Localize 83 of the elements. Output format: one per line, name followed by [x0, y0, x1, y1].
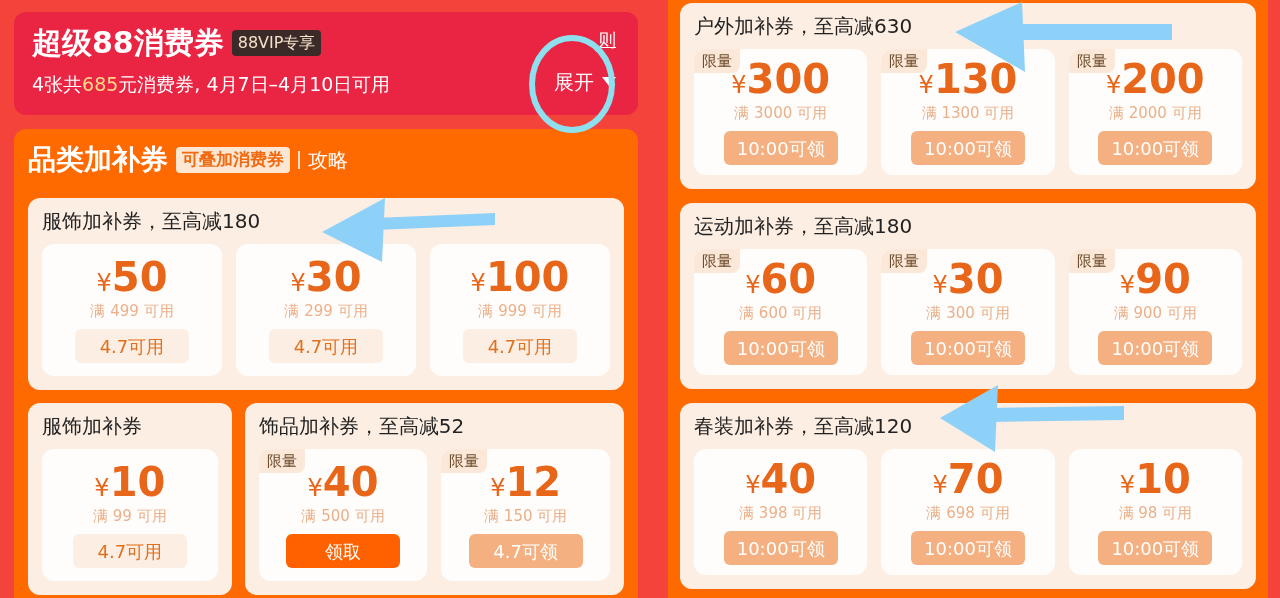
section-title: 服饰加补券	[42, 413, 142, 439]
coupon-action-button[interactable]: 10:00可领	[1098, 531, 1213, 565]
coupon-amount: 90	[1135, 259, 1191, 299]
coupon-condition: 满 3000 可用	[734, 103, 827, 123]
limited-tag: 限量	[881, 249, 928, 273]
coupon-condition: 满 999 可用	[478, 301, 562, 321]
currency-symbol: ¥	[96, 271, 112, 295]
caret-down-icon	[602, 77, 616, 87]
currency-symbol: ¥	[1105, 73, 1122, 97]
currency-symbol: ¥	[1119, 473, 1136, 497]
coupon-condition: 满 499 可用	[90, 301, 174, 321]
limited-tag: 限量	[1068, 249, 1115, 273]
currency-symbol: ¥	[932, 273, 948, 297]
limited-tag: 限量	[694, 249, 740, 273]
coupon-action-button[interactable]: 10:00可领	[723, 531, 838, 565]
coupon-action-button[interactable]: 领取	[286, 534, 400, 568]
currency-symbol: ¥	[307, 476, 323, 500]
coupon-action-button[interactable]: 10:00可领	[1098, 331, 1213, 365]
coupon-condition: 满 150 可用	[484, 506, 568, 526]
currency-symbol: ¥	[745, 273, 761, 297]
coupon-amount: 40	[322, 462, 379, 502]
coupon-condition: 满 398 可用	[739, 503, 823, 523]
limited-tag: 限量	[694, 49, 740, 73]
coupon-amount: 200	[1121, 59, 1205, 99]
coupon-condition: 满 500 可用	[301, 506, 385, 526]
currency-symbol: ¥	[1119, 273, 1136, 297]
banner-title: 超级88消费券	[32, 26, 224, 60]
coupon-amount: 10	[109, 462, 166, 502]
section-title: 运动加补券，至高减180	[694, 213, 913, 239]
coupon-amount: 12	[505, 462, 562, 502]
coupon-amount: 300	[746, 59, 831, 99]
coupon-amount: 10	[1135, 459, 1191, 499]
coupon-condition: 满 600 可用	[739, 303, 823, 323]
coupon-amount: 70	[947, 459, 1004, 499]
coupon-action-button[interactable]: 10:00可领	[911, 331, 1025, 365]
currency-symbol: ¥	[932, 473, 948, 497]
coupon-action-button[interactable]: 4.7可用	[75, 329, 189, 363]
coupon-amount: 100	[485, 257, 570, 297]
currency-symbol: ¥	[490, 476, 506, 500]
coupon-amount: 50	[111, 257, 168, 297]
section-title: 饰品加补券，至高减52	[258, 413, 465, 439]
coupon-amount: 40	[760, 459, 817, 499]
currency-symbol: ¥	[290, 271, 306, 295]
category-title: 品类加补券	[28, 142, 168, 178]
coupon-action-button[interactable]: 4.7可用	[269, 329, 383, 363]
currency-symbol: ¥	[918, 73, 934, 97]
coupon-action-button[interactable]: 4.7可用	[72, 534, 187, 568]
coupon-amount: 30	[305, 257, 362, 297]
limited-tag: 限量	[881, 49, 928, 73]
coupon-action-button[interactable]: 4.7可用	[463, 329, 577, 363]
coupon-action-button[interactable]: 10:00可领	[911, 131, 1025, 165]
coupon-amount: 30	[947, 259, 1004, 299]
guide-link[interactable]: 攻略	[298, 151, 348, 169]
section-title: 服饰加补券，至高减180	[42, 208, 261, 234]
currency-symbol: ¥	[470, 271, 486, 295]
coupon-action-button[interactable]: 10:00可领	[723, 131, 838, 165]
currency-symbol: ¥	[745, 473, 761, 497]
section-title: 户外加补券，至高减630	[694, 13, 913, 39]
coupon-condition: 满 900 可用	[1113, 303, 1197, 323]
coupon-condition: 满 98 可用	[1118, 503, 1193, 523]
rules-link[interactable]: 则	[598, 26, 616, 53]
coupon-condition: 满 2000 可用	[1108, 103, 1202, 123]
coupon-condition: 满 300 可用	[926, 303, 1010, 323]
currency-symbol: ¥	[731, 73, 747, 97]
coupon-amount: 60	[760, 259, 817, 299]
coupon-condition: 满 698 可用	[926, 503, 1010, 523]
coupon-action-button[interactable]: 10:00可领	[1098, 131, 1213, 165]
limited-tag: 限量	[1068, 49, 1115, 73]
expand-button[interactable]: 展开	[554, 67, 616, 97]
coupon-action-button[interactable]: 4.7可领	[468, 534, 583, 568]
vip-badge: 88VIP专享	[231, 30, 322, 56]
coupon-condition: 满 99 可用	[93, 506, 167, 526]
coupon-amount: 130	[933, 59, 1018, 99]
coupon-condition: 满 1300 可用	[921, 103, 1015, 123]
section-title: 春装加补券，至高减120	[694, 413, 913, 439]
banner-subtitle: 4张共685元消费券, 4月7日–4月10日可用	[32, 72, 391, 96]
coupon-action-button[interactable]: 10:00可领	[911, 531, 1025, 565]
limited-tag: 限量	[258, 449, 305, 473]
currency-symbol: ¥	[94, 476, 110, 500]
stackable-tag: 可叠加消费券	[176, 147, 290, 173]
limited-tag: 限量	[441, 449, 488, 473]
coupon-action-button[interactable]: 10:00可领	[723, 331, 838, 365]
coupon-condition: 满 299 可用	[284, 301, 368, 321]
